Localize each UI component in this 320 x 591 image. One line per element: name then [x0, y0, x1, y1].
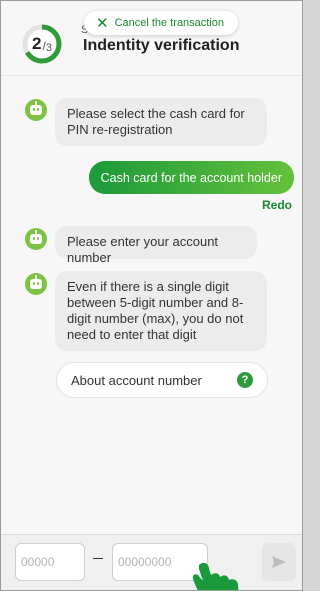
send-button[interactable] [262, 543, 296, 581]
app-frame: 2 / 3 S Indentity verification ✕ Cancel … [0, 0, 303, 591]
bot-message-text: Please enter your account number [67, 234, 219, 265]
number-separator [93, 558, 103, 559]
bot-message-text: Please select the cash card for PIN re-r… [67, 106, 245, 137]
bot-message: Please enter your account number [55, 226, 257, 265]
header: 2 / 3 S Indentity verification ✕ Cancel … [1, 1, 302, 76]
progress-current: 2 [32, 34, 42, 53]
cancel-transaction-label: Cancel the transaction [114, 17, 225, 29]
user-message: Cash card for the account holder [88, 161, 294, 194]
page-title: Indentity verification [83, 37, 240, 54]
chat-area[interactable]: Please select the cash card for PIN re-r… [1, 76, 302, 536]
progress-text: 2 / 3 [21, 23, 63, 65]
user-message-text: Cash card for the account holder [100, 170, 282, 185]
bot-icon [25, 273, 47, 295]
step-progress-ring: 2 / 3 [21, 23, 63, 65]
about-account-number-button[interactable]: About account number ? [56, 362, 268, 398]
progress-total: 3 [45, 42, 52, 54]
bot-message-text: Even if there is a single digit between … [67, 279, 244, 342]
bot-icon [25, 228, 47, 250]
redo-link[interactable]: Redo [262, 198, 292, 212]
send-icon [272, 556, 286, 568]
close-icon: ✕ [96, 14, 109, 32]
branch-number-input[interactable] [15, 543, 85, 581]
bot-message: Even if there is a single digit between … [55, 271, 267, 351]
bot-message: Please select the cash card for PIN re-r… [55, 98, 267, 146]
cancel-transaction-button[interactable]: ✕ Cancel the transaction [84, 11, 239, 35]
bot-icon [25, 99, 47, 121]
hand-pointer-icon [192, 562, 239, 590]
about-account-number-label: About account number [71, 372, 202, 388]
help-icon: ? [237, 372, 253, 388]
